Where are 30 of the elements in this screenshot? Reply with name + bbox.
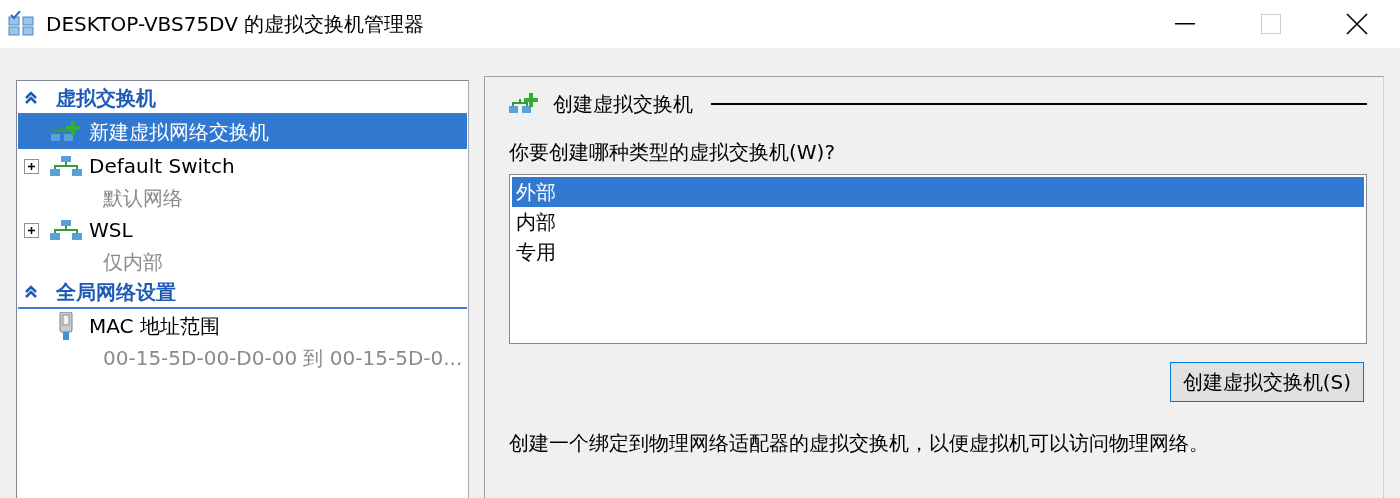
list-option[interactable]: 专用: [512, 237, 1364, 267]
collapse-chevron-icon[interactable]: [24, 91, 38, 105]
setting-label[interactable]: MAC 地址范围: [89, 312, 220, 340]
list-option[interactable]: 内部: [512, 207, 1364, 237]
expand-icon[interactable]: [24, 222, 39, 238]
network-switch-icon: [50, 220, 82, 240]
list-option[interactable]: 外部: [512, 177, 1364, 207]
selected-item[interactable]: 新建虚拟网络交换机: [18, 115, 467, 149]
expand-icon[interactable]: [24, 158, 39, 174]
collapse-chevron-icon[interactable]: [24, 285, 38, 299]
minimize-icon: [1175, 23, 1195, 25]
item-description: 默认网络: [103, 184, 183, 212]
section-heading: 创建虚拟交换机: [553, 90, 693, 118]
question-label: 你要创建哪种类型的虚拟交换机(W)?: [509, 139, 836, 166]
item-description: 仅内部: [103, 248, 163, 276]
network-add-icon: [51, 120, 81, 144]
description-text: 创建一个绑定到物理网络适配器的虚拟交换机，以便虚拟机可以访问物理网络。: [509, 430, 1210, 457]
window-title: DESKTOP-VBS75DV 的虚拟交换机管理器: [46, 10, 426, 38]
create-switch-button[interactable]: 创建虚拟交换机(S): [1169, 362, 1364, 402]
network-plug-icon: [59, 312, 73, 340]
switch-label[interactable]: Default Switch: [89, 154, 235, 178]
app-icon: [8, 11, 36, 37]
network-switch-icon: [50, 156, 82, 176]
maximize-icon: [1261, 14, 1281, 34]
section-title[interactable]: 虚拟交换机: [56, 84, 156, 112]
switch-label[interactable]: WSL: [89, 218, 133, 242]
close-icon: [1346, 13, 1368, 35]
item-description: 00-15-5D-00-D0-00 到 00-15-5D-0...: [103, 344, 463, 372]
network-add-icon: [509, 92, 539, 116]
section-title[interactable]: 全局网络设置: [56, 278, 176, 306]
